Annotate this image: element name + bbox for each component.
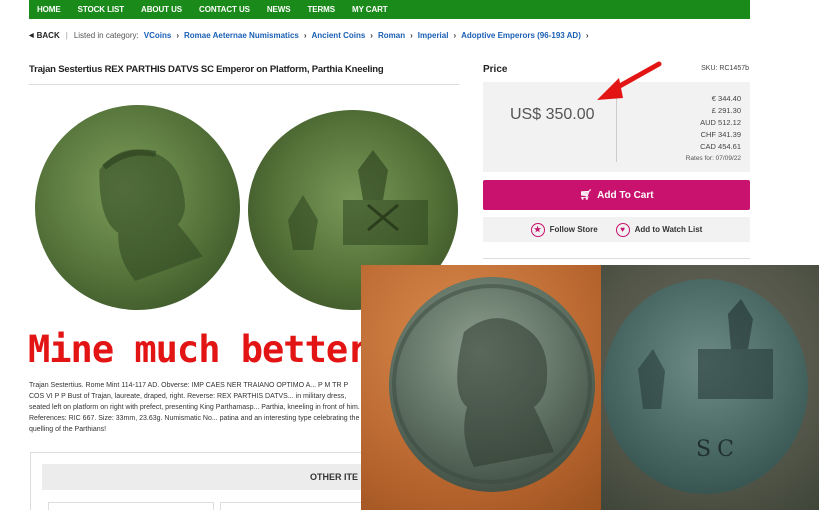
rate-aud: AUD 512.12	[700, 118, 741, 127]
trajan-bust-figure	[99, 149, 203, 282]
title-divider	[29, 84, 459, 85]
price-heading: Price	[483, 64, 508, 75]
photo-trajan-bust	[392, 284, 592, 484]
crumb-imperial[interactable]: Imperial	[418, 31, 449, 40]
sc-mark: SC	[696, 437, 740, 462]
nav-news[interactable]: NEWS	[267, 5, 291, 14]
chevron-right-icon: ›	[303, 30, 307, 40]
sku-label: SKU: RC1457b	[701, 65, 749, 72]
overlay-coin-photo: SC	[361, 265, 819, 510]
nav-stock-list[interactable]: STOCK LIST	[78, 5, 125, 14]
add-to-cart-label: Add To Cart	[597, 189, 654, 201]
other-items-heading: OTHER ITE	[42, 464, 362, 490]
currency-rates: € 344.40 £ 291.30 AUD 512.12 CHF 341.39 …	[686, 93, 741, 165]
chevron-right-icon: ›	[585, 30, 589, 40]
follow-store-label: Follow Store	[549, 225, 598, 234]
crumb-store[interactable]: Romae Aeternae Numismatics	[184, 31, 299, 40]
back-link[interactable]: ◀ BACK	[29, 31, 60, 40]
cart-icon: 🛒︎	[579, 189, 593, 201]
rate-chf: CHF 341.39	[700, 130, 741, 139]
other-item-card[interactable]	[220, 502, 365, 510]
product-description: Trajan Sestertius. Rome Mint 114-117 AD.…	[29, 382, 360, 433]
nav-home[interactable]: HOME	[37, 5, 61, 14]
red-arrow-icon	[597, 61, 662, 100]
rate-eur: € 344.40	[711, 94, 741, 103]
chevron-right-icon: ›	[453, 30, 457, 40]
follow-actions-bar: ★ Follow Store ♥ Add to Watch List	[483, 217, 750, 242]
chevron-right-icon: ›	[370, 30, 373, 40]
follow-divider	[483, 258, 750, 259]
product-title: Trajan Sestertius REX PARTHIS DATVS SC E…	[29, 64, 384, 75]
add-to-cart-button[interactable]: 🛒︎ Add To Cart	[483, 180, 750, 210]
star-icon: ★	[530, 222, 545, 237]
top-nav: HOME STOCK LIST ABOUT US CONTACT US NEWS…	[29, 0, 750, 19]
breadcrumb-divider: |	[65, 30, 68, 40]
watch-list-button[interactable]: ♥ Add to Watch List	[615, 222, 703, 237]
rate-cad: CAD 454.61	[700, 142, 741, 151]
chevron-right-icon: ›	[176, 30, 179, 40]
follow-store-button[interactable]: ★ Follow Store	[530, 222, 598, 237]
crumb-adoptive-emperors[interactable]: Adoptive Emperors (96-193 AD)	[461, 31, 581, 40]
rate-gbp: £ 291.30	[711, 106, 741, 115]
heart-icon: ♥	[615, 222, 630, 237]
price-value: US$ 350.00	[510, 106, 595, 123]
breadcrumb: ◀ BACK | Listed in category: VCoins › Ro…	[29, 30, 594, 40]
caret-left-icon: ◀	[29, 32, 34, 39]
photo-coin-obverse	[389, 277, 595, 492]
nav-my-cart[interactable]: MY CART	[352, 5, 388, 14]
nav-terms[interactable]: TERMS	[307, 5, 335, 14]
crumb-vcoins[interactable]: VCoins	[144, 31, 172, 40]
rates-date: Rates for: 07/09/22	[685, 155, 741, 162]
back-label: BACK	[36, 30, 60, 40]
crumb-ancient-coins[interactable]: Ancient Coins	[312, 31, 366, 40]
listed-in-label: Listed in category:	[73, 30, 139, 40]
watch-list-label: Add to Watch List	[634, 225, 703, 234]
crumb-roman[interactable]: Roman	[378, 31, 405, 40]
nav-about-us[interactable]: ABOUT US	[141, 5, 182, 14]
overlay-caption: Mine much better	[28, 328, 369, 371]
coin-obverse-image[interactable]	[21, 91, 254, 324]
other-item-card[interactable]	[48, 502, 214, 510]
nav-contact-us[interactable]: CONTACT US	[199, 5, 250, 14]
chevron-right-icon: ›	[410, 30, 413, 40]
